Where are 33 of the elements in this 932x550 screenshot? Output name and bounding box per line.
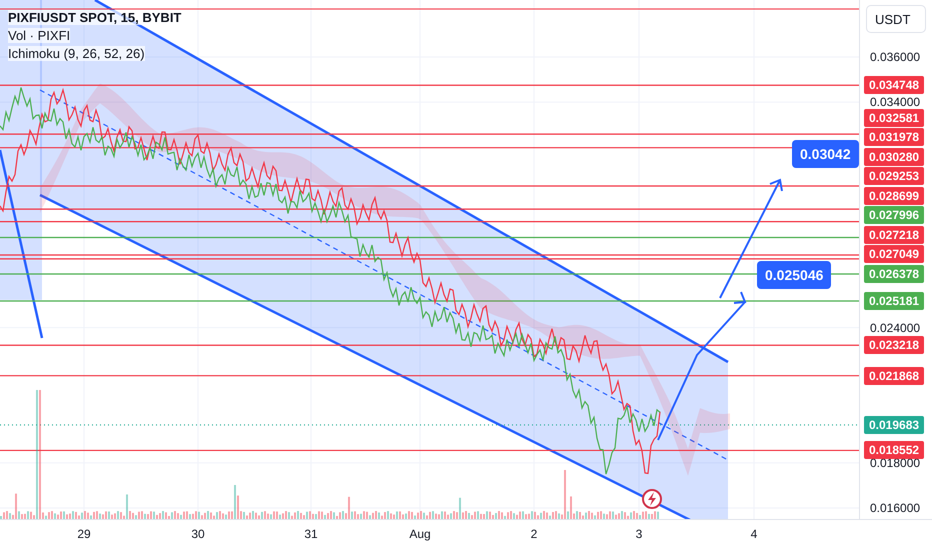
price-tick: 0.036000	[870, 50, 920, 64]
time-label: Aug	[409, 527, 431, 541]
time-label: 3	[636, 527, 642, 541]
price-level-tag: 0.021868	[864, 366, 924, 385]
price-level-tag: 0.027049	[864, 245, 924, 264]
time-label: 29	[77, 527, 91, 541]
indicator-legend: Ichimoku (9, 26, 52, 26)	[8, 46, 145, 61]
time-label: 30	[191, 527, 205, 541]
time-label: 2	[530, 527, 538, 541]
price-level-tag: 0.018552	[864, 441, 924, 460]
price-tick: 0.016000	[870, 501, 920, 515]
price-level-tag: 0.025181	[864, 292, 924, 310]
price-level-tag: 0.023218	[864, 336, 924, 354]
price-level-tag: 0.028699	[864, 186, 924, 205]
price-level-tag: 0.026378	[864, 264, 924, 283]
time-label: 31	[304, 527, 318, 541]
volume-legend: Vol · PIXFI	[8, 28, 70, 43]
price-callout: 0.025046	[757, 261, 832, 289]
currency-button[interactable]: USDT	[866, 5, 926, 33]
price-level-tag: 0.019683	[864, 416, 924, 434]
price-level-tag: 0.027218	[864, 226, 924, 244]
price-level-tag: 0.031978	[864, 128, 924, 146]
price-tick: 0.024000	[870, 320, 920, 335]
symbol-title: PIXFIUSDT SPOT, 15, BYBIT	[8, 10, 182, 25]
time-label: 4	[750, 527, 758, 541]
price-level-tag: 0.032581	[864, 108, 924, 127]
lightning-icon[interactable]	[642, 489, 662, 509]
price-level-tag: 0.027996	[864, 206, 924, 224]
price-tick: 0.034000	[870, 95, 920, 110]
price-level-tag: 0.030280	[864, 148, 924, 166]
price-level-tag: 0.034748	[864, 76, 924, 94]
price-level-tag: 0.029253	[864, 167, 924, 186]
price-callout: 0.03042	[792, 140, 859, 168]
